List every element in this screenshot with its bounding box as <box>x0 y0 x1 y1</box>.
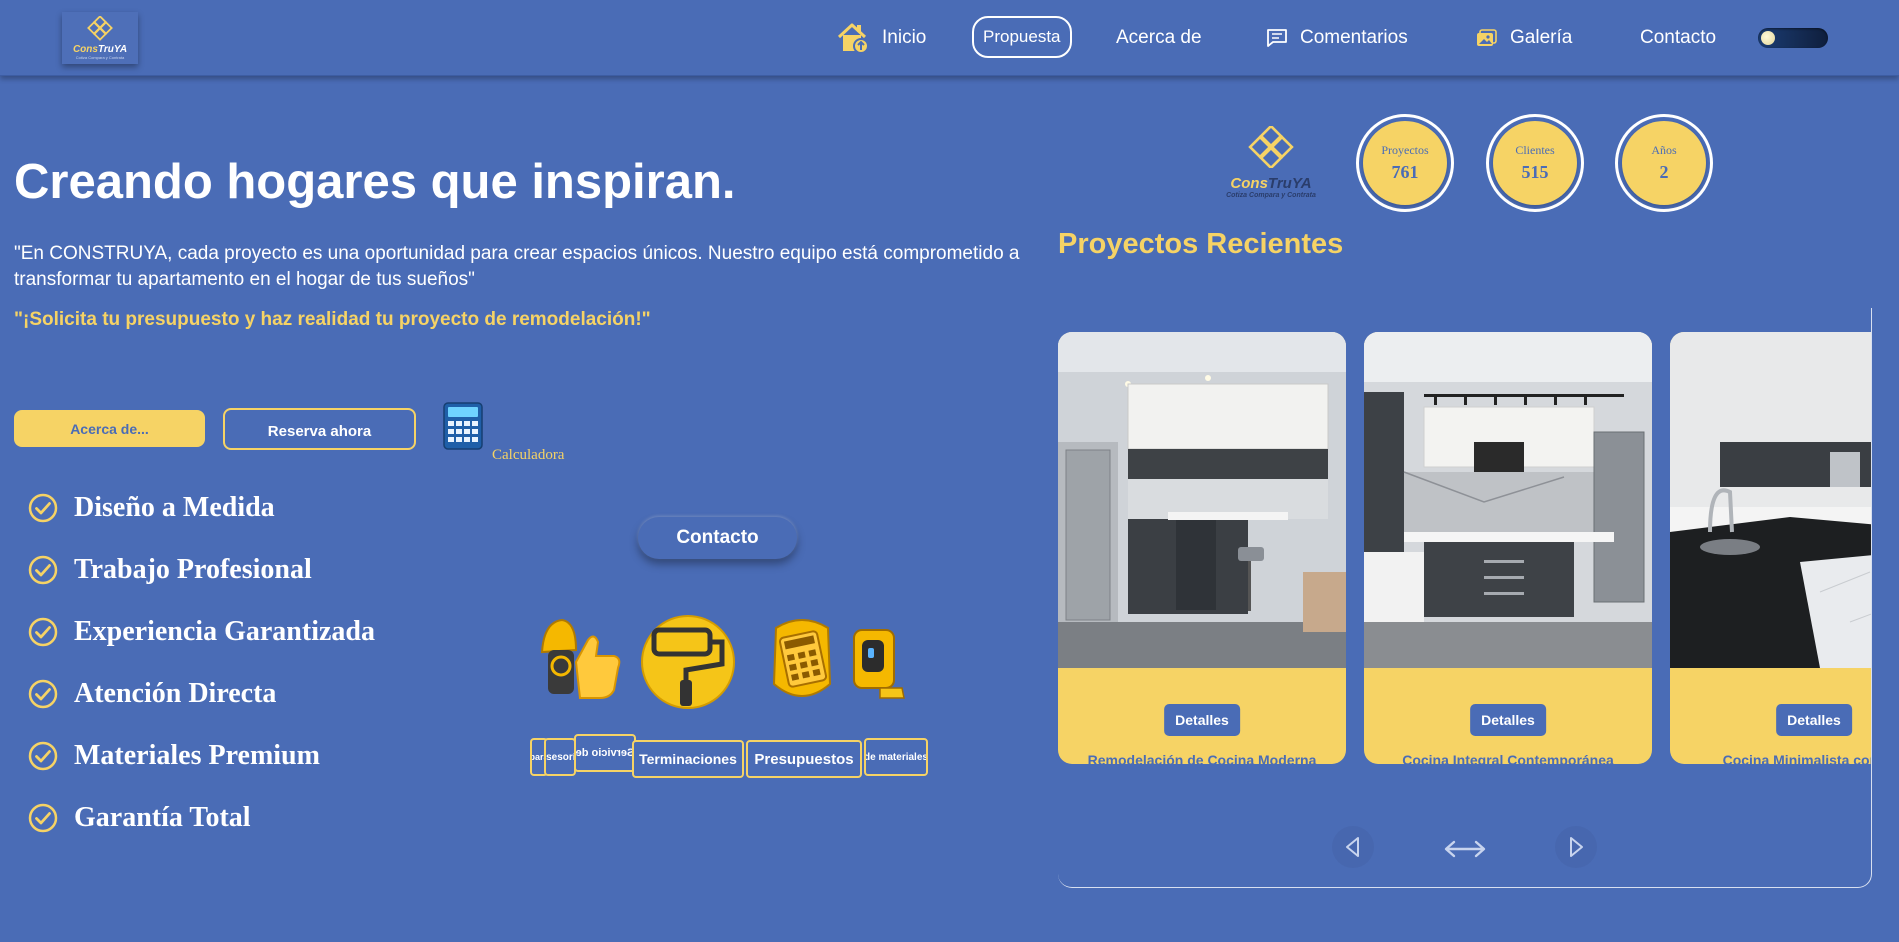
feature-item: Materiales Premium <box>28 736 320 776</box>
logo-tagline: Cotiza Compara y Contrata <box>75 55 125 60</box>
swipe-arrows-icon <box>1444 840 1486 858</box>
stat-label: Proyectos <box>1381 143 1429 157</box>
stat-label: Clientes <box>1515 143 1555 157</box>
calculator-badge-icon[interactable] <box>766 612 840 712</box>
chevron-left-icon <box>1346 837 1359 857</box>
carousel-prev-button[interactable] <box>1332 826 1374 868</box>
kitchen-photo <box>1364 332 1652 668</box>
check-circle-icon <box>28 679 58 709</box>
projects-carousel: Detalles Remodelación de Cocina Moderna … <box>1058 308 1872 888</box>
service-tag[interactable]: de materiales <box>864 738 928 776</box>
details-button[interactable]: Detalles <box>1164 704 1240 736</box>
check-circle-icon <box>28 617 58 647</box>
stat-clients: Clientes 515 <box>1486 114 1584 212</box>
card-caption: Cocina Integral Contemporánea <box>1402 752 1614 764</box>
stat-value: 761 <box>1391 162 1419 182</box>
reserve-button[interactable]: Reserva ahora <box>223 408 416 450</box>
nav-comments-label: Comentarios <box>1300 27 1408 48</box>
service-tag[interactable]: Terminaciones <box>632 740 744 778</box>
feature-label: Atención Directa <box>74 678 277 709</box>
navbar: ConsTruYA Cotiza Compara y Contrata Inic… <box>0 0 1899 76</box>
brand-tagline: Cotiza Compara y Contrata <box>1226 192 1316 199</box>
feature-label: Experiencia Garantizada <box>74 616 375 647</box>
nav-comments[interactable]: Comentarios <box>1266 18 1408 58</box>
service-tag[interactable]: Presupuestos <box>746 740 862 778</box>
brand-logo-large: ConsTruYA Cotiza Compara y Contrata <box>1216 124 1326 199</box>
feature-item: Experiencia Garantizada <box>28 612 375 652</box>
contact-button[interactable]: Contacto <box>638 517 797 559</box>
nav-contact[interactable]: Contacto <box>1640 18 1716 58</box>
check-circle-icon <box>28 741 58 771</box>
check-circle-icon <box>28 493 58 523</box>
nav-about-label: Acerca de <box>1116 27 1202 48</box>
stat-label: Años <box>1651 143 1677 157</box>
comment-icon <box>1266 28 1288 48</box>
recent-projects-title: Proyectos Recientes <box>1058 228 1344 260</box>
project-card[interactable]: Detalles Remodelación de Cocina Moderna <box>1058 332 1346 764</box>
hero-quote: "En CONSTRUYA, cada proyecto es una opor… <box>14 243 1020 290</box>
tape-measure-icon[interactable] <box>850 624 910 710</box>
service-tag[interactable]: Servicio de <box>574 734 636 772</box>
check-circle-icon <box>28 803 58 833</box>
brand-diamond-icon <box>1248 124 1294 170</box>
kitchen-photo <box>1670 332 1871 668</box>
hero-cta-text: "¡Solicita tu presupuesto y haz realidad… <box>14 309 651 330</box>
hero-title: Creando hogares que inspiran. <box>14 155 736 209</box>
nav-home-label: Inicio <box>882 27 927 48</box>
paint-roller-icon[interactable] <box>640 612 736 712</box>
check-circle-icon <box>28 555 58 585</box>
logo-diamond-icon <box>87 16 113 41</box>
stat-projects: Proyectos 761 <box>1356 114 1454 212</box>
carousel-next-button[interactable] <box>1555 826 1597 868</box>
service-tag[interactable]: Asesoría <box>544 738 576 776</box>
feature-label: Trabajo Profesional <box>74 554 312 585</box>
toggle-knob <box>1761 31 1775 45</box>
feature-item: Atención Directa <box>28 674 276 714</box>
theme-toggle[interactable] <box>1758 28 1828 48</box>
details-button[interactable]: Detalles <box>1470 704 1546 736</box>
nav-proposal-label: Propuesta <box>983 27 1061 46</box>
feature-item: Trabajo Profesional <box>28 550 312 590</box>
card-caption: Remodelación de Cocina Moderna <box>1087 752 1317 764</box>
project-card[interactable]: Detalles Cocina Minimalista con Isla <box>1670 332 1871 764</box>
nav-gallery[interactable]: Galería <box>1476 18 1572 58</box>
card-caption: Cocina Minimalista con Isla <box>1722 752 1871 764</box>
home-icon <box>836 22 870 54</box>
feature-label: Garantía Total <box>74 802 251 833</box>
nav-proposal[interactable]: Propuesta <box>972 16 1072 58</box>
site-logo[interactable]: ConsTruYA Cotiza Compara y Contrata <box>62 12 138 64</box>
brand-wordmark: ConsTruYA <box>1230 175 1312 192</box>
feature-label: Diseño a Medida <box>74 492 275 523</box>
nav-about[interactable]: Acerca de <box>1116 18 1202 58</box>
details-button[interactable]: Detalles <box>1776 704 1852 736</box>
kitchen-photo <box>1058 332 1346 668</box>
logo-wordmark: ConsTruYA <box>72 44 128 55</box>
thumbs-up-helmet-icon[interactable] <box>530 612 630 712</box>
stat-value: 515 <box>1521 162 1549 182</box>
nav-home[interactable]: Inicio <box>836 18 926 58</box>
calculator-icon[interactable] <box>443 402 483 455</box>
about-button[interactable]: Acerca de... <box>14 410 205 447</box>
chevron-right-icon <box>1570 837 1583 857</box>
feature-label: Materiales Premium <box>74 740 320 771</box>
feature-item: Diseño a Medida <box>28 488 275 528</box>
feature-item: Garantía Total <box>28 798 251 838</box>
stat-years: Años 2 <box>1615 114 1713 212</box>
nav-contact-label: Contacto <box>1640 27 1717 48</box>
gallery-icon <box>1476 28 1498 48</box>
stat-value: 2 <box>1659 162 1669 182</box>
nav-gallery-label: Galería <box>1510 27 1573 48</box>
calculator-label[interactable]: Calculadora <box>492 447 564 464</box>
project-card[interactable]: Detalles Cocina Integral Contemporánea <box>1364 332 1652 764</box>
